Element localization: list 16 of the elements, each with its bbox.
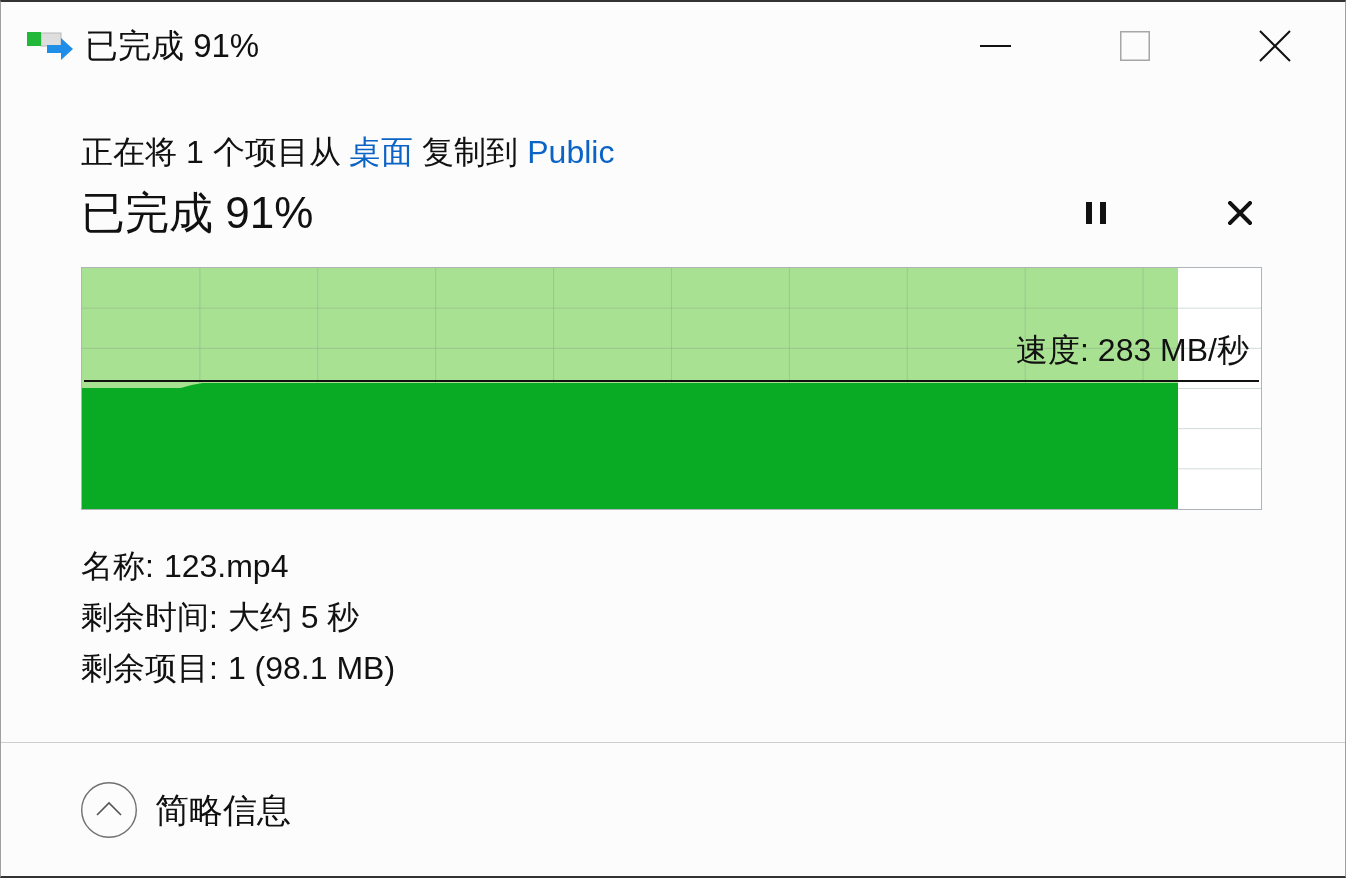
- pause-icon: [1086, 202, 1106, 224]
- folder-link[interactable]: 桌面: [349, 134, 414, 170]
- file-transfer-icon: [27, 32, 73, 60]
- details-toggle[interactable]: 简略信息: [81, 781, 291, 838]
- detail-label: 名称:: [81, 547, 154, 586]
- detail-label: 剩余项目:: [81, 649, 218, 688]
- detail-value: 1 (98.1 MB): [227, 649, 396, 688]
- detail-value: 大约 5 秒: [227, 598, 360, 637]
- progress-heading: 已完成 91%: [81, 187, 314, 239]
- detail-label: 剩余时间:: [81, 598, 218, 637]
- detail-value: 123.mp4: [163, 547, 289, 586]
- window-title: 已完成 91%: [85, 26, 260, 66]
- copy-description: 正在将 1 个项目从 桌面 复制到 Public: [81, 133, 615, 172]
- folder-link[interactable]: Public: [527, 134, 615, 170]
- speed-label: 速度: 283 MB/秒: [1016, 331, 1249, 370]
- close-icon: [1228, 201, 1252, 225]
